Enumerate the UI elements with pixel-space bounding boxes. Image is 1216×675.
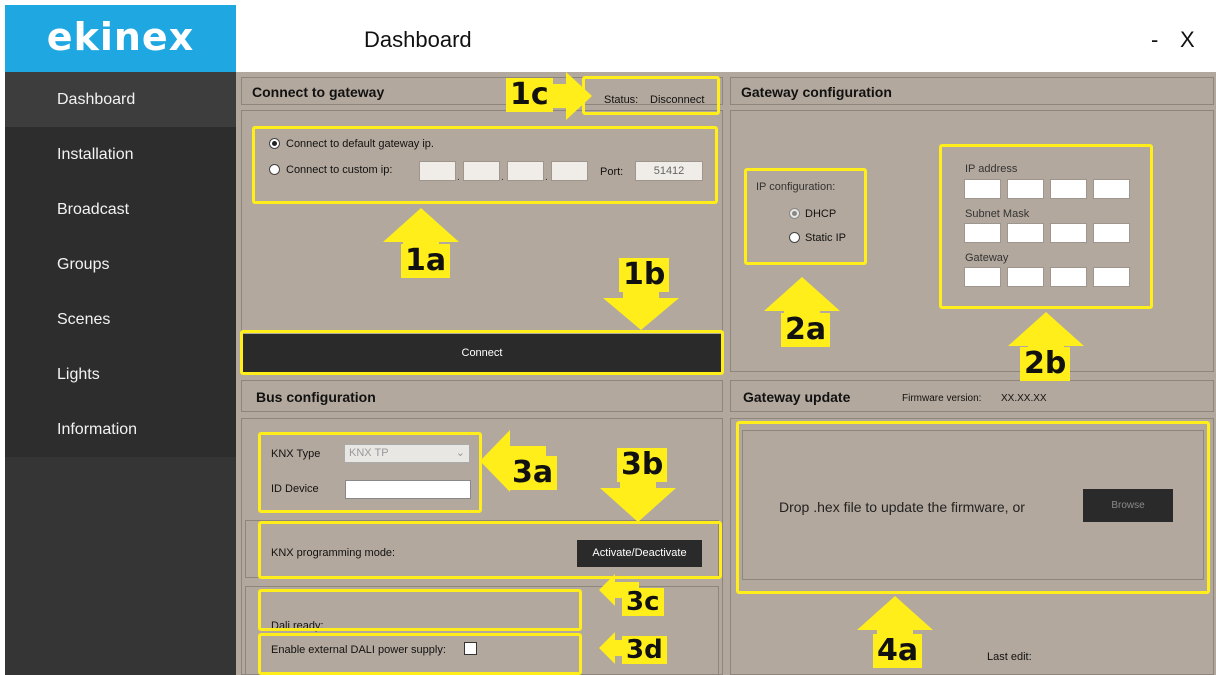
highlight-connection-options — [252, 126, 718, 204]
sidebar-empty-area — [5, 457, 236, 675]
bus-config-title: Bus configuration — [256, 389, 376, 405]
highlight-programming-mode — [258, 521, 722, 579]
gateway-config-title: Gateway configuration — [741, 84, 892, 100]
firmware-value: XX.XX.XX — [1001, 393, 1047, 404]
sidebar-item-installation[interactable]: Installation — [5, 127, 236, 182]
gateway-update-header: Gateway update Firmware version: XX.XX.X… — [730, 380, 1214, 412]
callout-3a: 3a — [508, 456, 558, 490]
firmware-label: Firmware version: — [902, 393, 982, 404]
callout-3d: 3d — [622, 636, 667, 664]
highlight-ip-fields — [939, 144, 1153, 309]
sidebar-item-information[interactable]: Information — [5, 402, 236, 457]
arrow-right-icon — [544, 72, 592, 120]
bus-config-header: Bus configuration — [241, 380, 723, 412]
callout-1a: 1a — [401, 244, 451, 278]
close-button[interactable]: X — [1180, 27, 1195, 53]
highlight-connect-button — [240, 330, 724, 375]
highlight-dali-ready — [258, 589, 582, 631]
dashboard-content: Connect to gateway Status: Disconnect Co… — [236, 72, 1216, 675]
gateway-config-header: Gateway configuration — [730, 77, 1214, 105]
ekinex-logo: ekinex — [5, 5, 236, 72]
last-edit-label: Last edit: — [987, 651, 1032, 663]
arrow-up-icon — [857, 596, 933, 636]
sidebar-item-broadcast[interactable]: Broadcast — [5, 182, 236, 237]
highlight-ip-config — [744, 168, 867, 265]
callout-2a: 2a — [781, 313, 831, 347]
arrow-up-icon — [383, 208, 459, 248]
connect-title: Connect to gateway — [252, 84, 385, 100]
arrow-down-icon — [600, 482, 676, 522]
sidebar-item-lights[interactable]: Lights — [5, 347, 236, 402]
header: Dashboard - X — [236, 5, 1216, 72]
sidebar-item-dashboard[interactable]: Dashboard — [5, 72, 236, 127]
gateway-update-title: Gateway update — [743, 389, 851, 405]
callout-4a: 4a — [873, 634, 923, 668]
highlight-knx-type — [258, 432, 482, 513]
callout-3b: 3b — [617, 448, 668, 482]
arrow-down-icon — [603, 292, 679, 330]
sidebar-item-scenes[interactable]: Scenes — [5, 292, 236, 347]
highlight-dali-power — [258, 633, 582, 675]
callout-1c: 1c — [506, 78, 553, 112]
callout-2b: 2b — [1020, 347, 1071, 381]
arrow-up-icon — [764, 277, 840, 317]
callout-3c: 3c — [622, 588, 664, 616]
callout-1b: 1b — [619, 258, 670, 292]
sidebar-item-groups[interactable]: Groups — [5, 237, 236, 292]
page-title: Dashboard — [364, 27, 472, 52]
sidebar: ekinex Dashboard Installation Broadcast … — [5, 5, 236, 675]
highlight-drop-zone — [736, 421, 1210, 594]
minimize-button[interactable]: - — [1151, 27, 1158, 53]
